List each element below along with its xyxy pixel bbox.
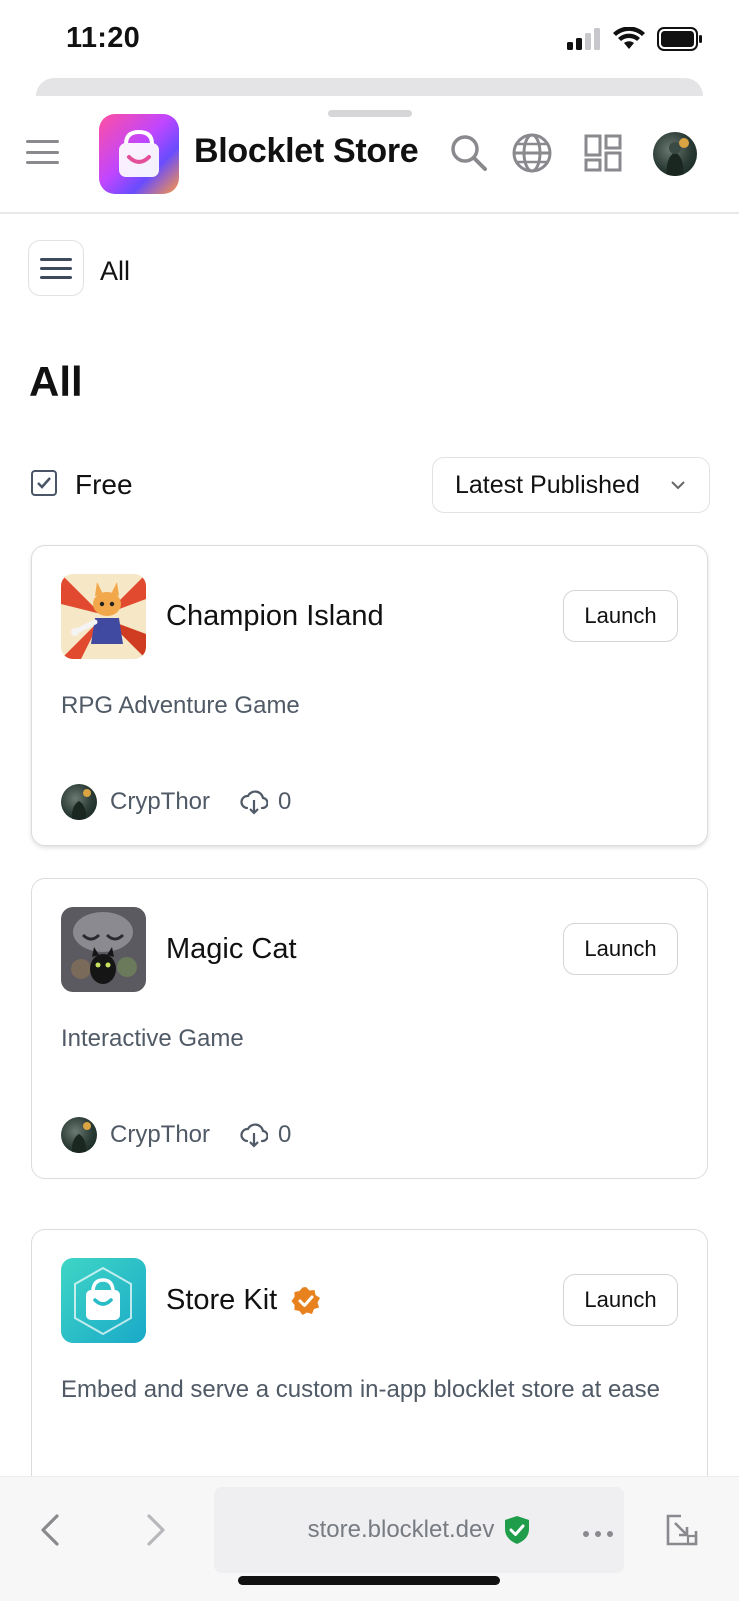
cloud-download-icon [240, 790, 269, 815]
battery-icon [657, 26, 703, 56]
free-filter-label[interactable]: Free [75, 469, 133, 501]
sort-select-value: Latest Published [455, 470, 640, 499]
category-menu-button[interactable] [28, 240, 84, 296]
chevron-down-icon [671, 481, 685, 490]
download-count-value: 0 [278, 788, 292, 815]
more-icon[interactable] [576, 1514, 620, 1554]
search-icon[interactable] [446, 130, 492, 176]
blocklet-name-text: Store Kit [166, 1284, 278, 1316]
site-title[interactable]: Blocklet Store [194, 132, 419, 171]
launch-button[interactable]: Launch [563, 923, 678, 975]
launch-button[interactable]: Launch [563, 1274, 678, 1326]
blocklet-card[interactable]: Magic Cat Launch Interactive Game CrypTh… [31, 878, 708, 1179]
check-icon [37, 477, 51, 489]
launch-button[interactable]: Launch [563, 590, 678, 642]
author-name[interactable]: CrypThor [110, 788, 210, 816]
blocklet-name[interactable]: Store Kit [166, 1284, 321, 1317]
globe-icon[interactable] [509, 130, 555, 176]
signal-icon [567, 27, 601, 55]
sort-select[interactable]: Latest Published [432, 457, 710, 513]
minimize-icon[interactable] [662, 1510, 702, 1550]
address-bar[interactable]: store.blocklet.dev [214, 1487, 624, 1573]
status-icons [567, 26, 703, 56]
forward-icon[interactable] [136, 1510, 176, 1550]
page-title: All [29, 358, 83, 405]
user-avatar[interactable] [653, 132, 697, 176]
download-count: 0 [240, 788, 291, 816]
apps-grid-icon[interactable] [580, 130, 626, 176]
blocklet-card[interactable]: Champion Island Launch RPG Adventure Gam… [31, 545, 708, 846]
blocklet-name-text: Magic Cat [166, 933, 297, 965]
blocklet-meta: CrypThor 0 [61, 1117, 291, 1153]
menu-icon[interactable] [26, 140, 59, 164]
download-count: 0 [240, 1121, 291, 1149]
blocklet-meta: CrypThor 0 [61, 784, 291, 820]
blocklet-description: Embed and serve a custom in-app blocklet… [61, 1376, 660, 1403]
blocklet-name[interactable]: Champion Island [166, 600, 384, 633]
download-count-value: 0 [278, 1121, 292, 1148]
champion-island-app-icon [61, 574, 146, 659]
author-avatar[interactable] [61, 784, 97, 820]
back-icon[interactable] [30, 1510, 70, 1550]
home-indicator[interactable] [238, 1576, 500, 1585]
category-label[interactable]: All [100, 256, 130, 287]
cloud-download-icon [240, 1123, 269, 1148]
sheet-grabber[interactable] [328, 110, 412, 117]
blocklet-name[interactable]: Magic Cat [166, 933, 297, 966]
free-checkbox[interactable] [31, 470, 57, 496]
status-time: 11:20 [66, 22, 141, 54]
secure-shield-icon [505, 1516, 530, 1544]
store-kit-app-icon [61, 1258, 146, 1343]
verified-badge-icon [291, 1286, 321, 1315]
sheet-backdrop [36, 78, 703, 98]
blocklet-description: Interactive Game [61, 1025, 244, 1052]
wifi-icon [613, 26, 645, 56]
blocklet-name-text: Champion Island [166, 600, 384, 632]
url-text: store.blocklet.dev [307, 1516, 495, 1543]
magic-cat-app-icon [61, 907, 146, 992]
blocklet-description: RPG Adventure Game [61, 692, 300, 719]
author-avatar[interactable] [61, 1117, 97, 1153]
store-logo-icon[interactable] [99, 114, 179, 194]
author-name[interactable]: CrypThor [110, 1121, 210, 1149]
